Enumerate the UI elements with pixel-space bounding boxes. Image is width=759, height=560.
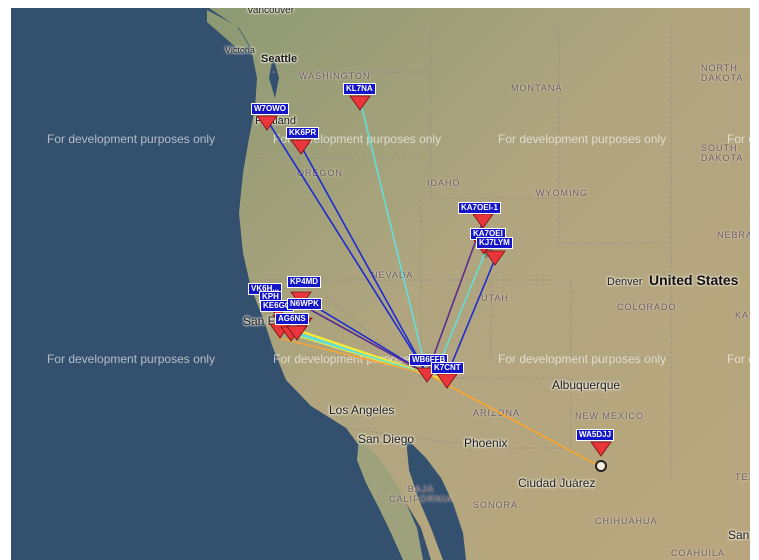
callsign-tag-kj7lym[interactable]: KJ7LYM <box>476 237 513 249</box>
callsign-tag-kl7na[interactable]: KL7NA <box>343 83 376 95</box>
callsign-tag-ag6ns[interactable]: AG6NS <box>275 313 309 325</box>
marker-ka7oei1[interactable] <box>472 213 494 229</box>
marker-k7cnt[interactable] <box>436 373 458 389</box>
callsign-tag-w7owo[interactable]: W7OWO <box>251 103 289 115</box>
callsign-tag-wa5djj[interactable]: WA5DJJ <box>576 429 615 441</box>
callsign-tag-n6wpk[interactable]: N6WPK <box>287 298 322 310</box>
callsign-tag-ka7oei-1[interactable]: KA7OEI-1 <box>458 202 501 214</box>
station-markers <box>256 95 612 457</box>
marker-wa5djj[interactable] <box>590 441 612 457</box>
callsign-tag-k7cnt[interactable]: K7CNT <box>431 362 464 374</box>
marker-w7owo[interactable] <box>256 115 278 131</box>
marker-kl7na[interactable] <box>349 95 371 111</box>
callsign-tag-kk6pr[interactable]: KK6PR <box>286 127 320 139</box>
marker-kk6pr[interactable] <box>290 139 312 155</box>
marker-kj7lym[interactable] <box>484 250 506 266</box>
map-canvas[interactable]: For development purposes only For develo… <box>11 8 750 560</box>
callsign-tag-kp4md[interactable]: KP4MD <box>287 276 322 288</box>
